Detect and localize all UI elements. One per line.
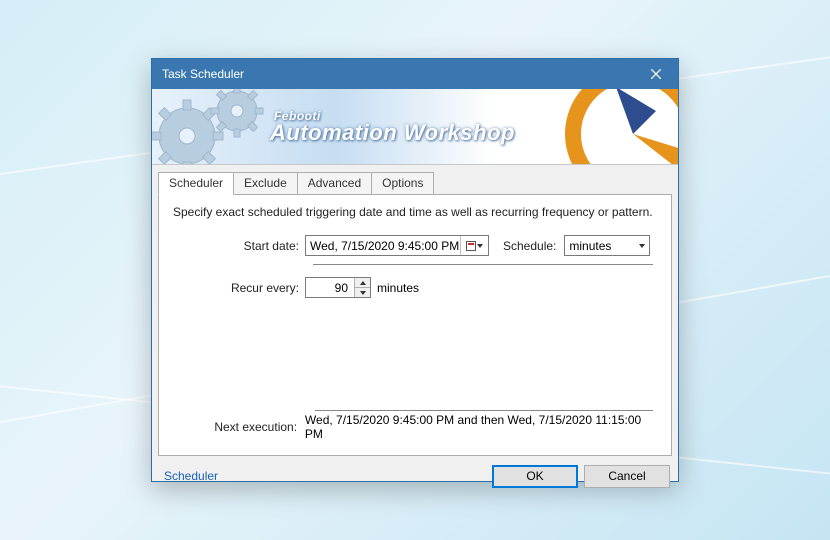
tab-description: Specify exact scheduled triggering date … — [173, 205, 657, 219]
cancel-button[interactable]: Cancel — [584, 465, 670, 488]
recur-value: 90 — [306, 278, 354, 297]
titlebar[interactable]: Task Scheduler — [152, 59, 678, 89]
spinner-up-button[interactable] — [355, 278, 370, 288]
close-icon — [651, 69, 661, 79]
chevron-down-icon — [477, 244, 483, 248]
spinner-down-button[interactable] — [355, 288, 370, 297]
start-date-label: Start date: — [173, 239, 299, 253]
chevron-up-icon — [360, 281, 366, 285]
banner-text: Febooti Automation Workshop — [270, 109, 515, 146]
close-button[interactable] — [633, 59, 678, 89]
banner: Febooti Automation Workshop — [152, 89, 678, 165]
scheduler-help-link[interactable]: Scheduler — [164, 469, 218, 483]
recur-label: Recur every: — [173, 281, 299, 295]
start-date-value: Wed, 7/15/2020 9:45:00 PM — [310, 239, 460, 253]
tab-bar: Scheduler Exclude Advanced Options — [158, 172, 672, 195]
ok-button[interactable]: OK — [492, 465, 578, 488]
tab-exclude[interactable]: Exclude — [233, 172, 298, 195]
tab-scheduler[interactable]: Scheduler — [158, 172, 234, 195]
dialog-footer: Scheduler OK Cancel — [152, 456, 678, 496]
tab-advanced[interactable]: Advanced — [297, 172, 372, 195]
tab-options[interactable]: Options — [371, 172, 434, 195]
calendar-icon — [466, 241, 476, 251]
separator — [313, 264, 653, 265]
clock-icon — [558, 89, 678, 165]
banner-title: Automation Workshop — [270, 120, 515, 146]
separator — [315, 410, 653, 411]
next-execution-label: Next execution: — [173, 420, 297, 434]
chevron-down-icon — [360, 291, 366, 295]
chevron-down-icon — [639, 244, 645, 248]
recur-spinner[interactable]: 90 — [305, 277, 371, 298]
date-picker-button[interactable] — [460, 236, 488, 255]
schedule-value: minutes — [569, 239, 639, 253]
recur-unit-label: minutes — [377, 281, 419, 295]
schedule-label: Schedule: — [503, 239, 556, 253]
start-date-input[interactable]: Wed, 7/15/2020 9:45:00 PM — [305, 235, 489, 256]
window-title: Task Scheduler — [162, 67, 633, 81]
next-execution-value: Wed, 7/15/2020 9:45:00 PM and then Wed, … — [305, 413, 657, 441]
schedule-select[interactable]: minutes — [564, 235, 650, 256]
task-scheduler-dialog: Task Scheduler — [151, 58, 679, 482]
tab-panel-scheduler: Specify exact scheduled triggering date … — [158, 194, 672, 456]
